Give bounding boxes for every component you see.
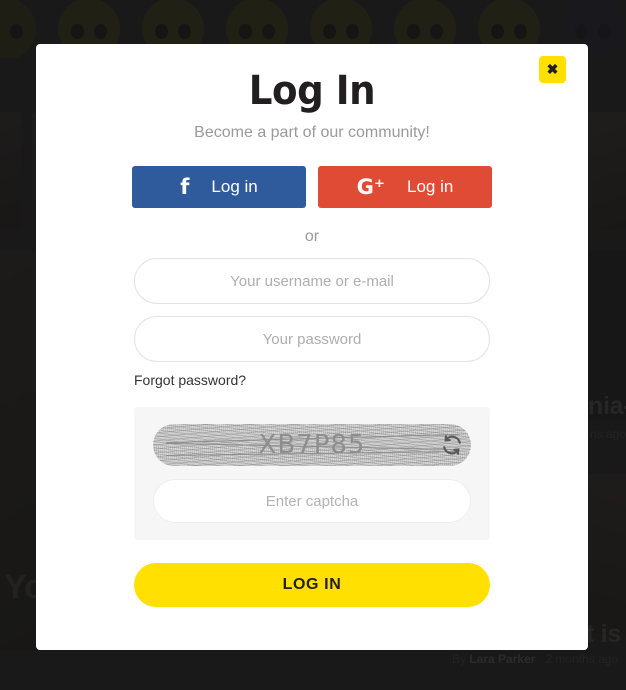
password-field-wrap — [36, 316, 588, 362]
google-login-button[interactable]: G⁺ Log in — [318, 166, 492, 208]
captcha-image: XB7P85 — [153, 424, 471, 466]
captcha-panel: XB7P85 — [134, 407, 490, 540]
username-field-wrap — [36, 258, 588, 304]
facebook-login-button[interactable]: f Log in — [132, 166, 306, 208]
captcha-input[interactable] — [153, 479, 471, 523]
refresh-icon[interactable] — [441, 434, 463, 456]
facebook-login-label: Log in — [211, 177, 258, 196]
captcha-code: XB7P85 — [258, 430, 366, 460]
facebook-icon: f — [180, 174, 190, 199]
modal-subtitle: Become a part of our community! — [194, 124, 430, 141]
username-input[interactable] — [134, 258, 490, 304]
login-modal: ✖ Log In Become a part of our community!… — [36, 44, 588, 650]
social-login-row: f Log in G⁺ Log in — [36, 166, 588, 208]
forgot-password-link[interactable]: Forgot password? — [134, 372, 490, 388]
page-title: Log In — [248, 68, 376, 114]
log-in-button[interactable]: LOG IN — [134, 563, 490, 607]
password-input[interactable] — [134, 316, 490, 362]
or-divider: or — [304, 228, 320, 245]
google-login-label: Log in — [407, 177, 454, 196]
google-plus-icon: G⁺ — [356, 174, 385, 199]
